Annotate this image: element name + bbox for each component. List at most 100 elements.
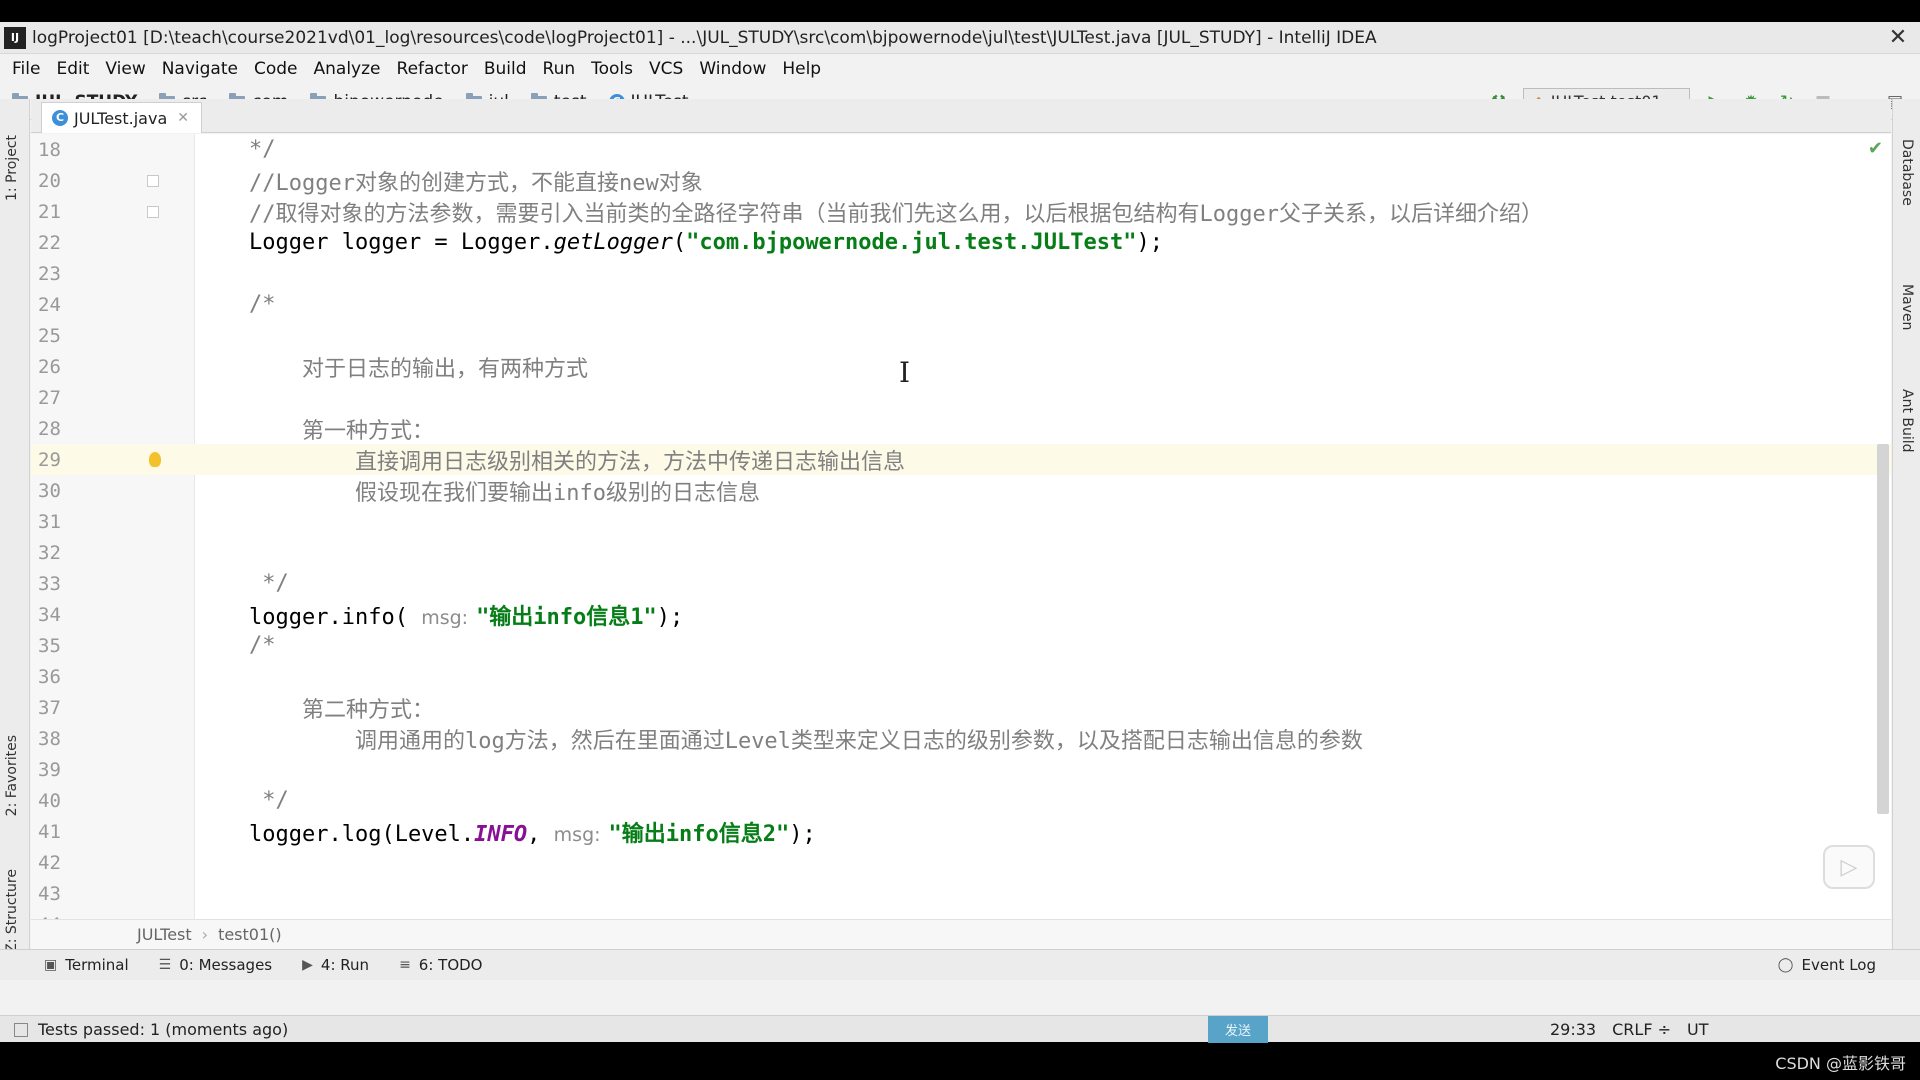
line-number[interactable]: 29 <box>38 449 78 471</box>
tab-project[interactable]: 1: Project <box>4 135 20 201</box>
code-line[interactable]: 31 <box>31 506 1891 537</box>
file-encoding[interactable]: UT <box>1687 1020 1708 1039</box>
line-number[interactable]: 21 <box>38 201 78 223</box>
menu-window[interactable]: Window <box>691 59 774 79</box>
code-line[interactable]: 20 //Logger对象的创建方式，不能直接new对象 <box>31 165 1891 196</box>
code-text: 假设现在我们要输出info级别的日志信息 <box>249 475 760 507</box>
toolwin-run[interactable]: ▶ 4: Run <box>302 956 369 974</box>
line-number[interactable]: 20 <box>38 170 78 192</box>
code-comment: */ <box>249 571 289 596</box>
code-comment: 对于日志的输出，有两种方式 <box>249 356 588 382</box>
menu-vcs[interactable]: VCS <box>641 59 691 79</box>
code-line[interactable]: 40 */ <box>31 785 1891 816</box>
line-number[interactable]: 26 <box>38 356 78 378</box>
line-number[interactable]: 27 <box>38 387 78 409</box>
line-number[interactable]: 18 <box>38 139 78 161</box>
toolwin-terminal[interactable]: ▣ Terminal <box>44 956 129 974</box>
menu-help[interactable]: Help <box>774 59 829 79</box>
code-line[interactable]: 32 <box>31 537 1891 568</box>
tab-favorites[interactable]: 2: Favorites <box>4 735 20 816</box>
line-number[interactable]: 33 <box>38 573 78 595</box>
status-toggle-icon[interactable] <box>14 1022 28 1037</box>
line-number[interactable]: 34 <box>38 604 78 626</box>
code-line[interactable]: 21 //取得对象的方法参数，需要引入当前类的全路径字符串（当前我们先这么用，以后… <box>31 196 1891 227</box>
menu-navigate[interactable]: Navigate <box>154 59 246 79</box>
toolwin-event-log[interactable]: ◯ Event Log <box>1778 956 1876 974</box>
code-line[interactable]: 22 Logger logger = Logger.getLogger("com.… <box>31 227 1891 258</box>
code-line[interactable]: 29 直接调用日志级别相关的方法，方法中传递日志输出信息 <box>31 444 1891 475</box>
code-text: logger.info( msg: "输出info信息1"); <box>249 599 683 631</box>
window-close-button[interactable]: ✕ <box>1876 25 1920 50</box>
line-number[interactable]: 37 <box>38 697 78 719</box>
line-number[interactable]: 31 <box>38 511 78 533</box>
code-line[interactable]: 23 <box>31 258 1891 289</box>
menu-refactor[interactable]: Refactor <box>389 59 476 79</box>
code-line[interactable]: 30 假设现在我们要输出info级别的日志信息 <box>31 475 1891 506</box>
menu-build[interactable]: Build <box>476 59 535 79</box>
tab-maven[interactable]: Maven <box>1899 284 1915 330</box>
caret-position[interactable]: 29:33 <box>1550 1020 1596 1039</box>
line-number[interactable]: 35 <box>38 635 78 657</box>
toolwin-messages[interactable]: ☰ 0: Messages <box>159 956 273 974</box>
line-number[interactable]: 42 <box>38 852 78 874</box>
line-number[interactable]: 41 <box>38 821 78 843</box>
code-line[interactable]: 28 第一种方式： <box>31 413 1891 444</box>
line-number[interactable]: 24 <box>38 294 78 316</box>
editor-tab-jultest[interactable]: C JULTest.java ✕ <box>41 102 202 133</box>
code-line[interactable]: 44 <box>31 909 1891 920</box>
code-token: logger.info( <box>249 604 422 630</box>
tab-ant-build[interactable]: Ant Build <box>1899 389 1915 453</box>
code-line[interactable]: 41 logger.log(Level.INFO, msg: "输出info信息2"… <box>31 816 1891 847</box>
line-number[interactable]: 25 <box>38 325 78 347</box>
lightbulb-icon[interactable] <box>149 452 161 467</box>
fold-marker-icon[interactable] <box>147 205 159 218</box>
toolwin-todo[interactable]: ≡ 6: TODO <box>399 956 482 974</box>
line-separator[interactable]: CRLF ÷ <box>1612 1020 1671 1039</box>
overlay-send-button[interactable]: 发送 <box>1208 1016 1268 1043</box>
line-number[interactable]: 36 <box>38 666 78 688</box>
menu-code[interactable]: Code <box>246 59 306 79</box>
code-line[interactable]: 43 <box>31 878 1891 909</box>
code-line[interactable]: 38 调用通用的log方法，然后在里面通过Level类型来定义日志的级别参数，以… <box>31 723 1891 754</box>
code-line[interactable]: 27 <box>31 382 1891 413</box>
code-line[interactable]: 36 <box>31 661 1891 692</box>
fold-marker-icon[interactable] <box>147 174 159 187</box>
code-line[interactable]: 33 */ <box>31 568 1891 599</box>
line-number[interactable]: 23 <box>38 263 78 285</box>
line-number[interactable]: 43 <box>38 883 78 905</box>
code-line[interactable]: 26 对于日志的输出，有两种方式 <box>31 351 1891 382</box>
video-bottom-border <box>0 1058 1920 1080</box>
tab-structure[interactable]: Z: Structure <box>4 869 20 953</box>
close-icon[interactable]: ✕ <box>177 110 189 126</box>
breadcrumb-class[interactable]: JULTest <box>137 925 192 944</box>
menu-run[interactable]: Run <box>535 59 584 79</box>
code-line[interactable]: 39 <box>31 754 1891 785</box>
breadcrumb-method[interactable]: test01() <box>218 925 282 944</box>
menu-edit[interactable]: Edit <box>48 59 97 79</box>
menu-tools[interactable]: Tools <box>583 59 641 79</box>
video-play-icon[interactable]: ▷ <box>1823 845 1875 889</box>
editor-scrollbar[interactable] <box>1877 444 1889 814</box>
line-number[interactable]: 39 <box>38 759 78 781</box>
line-number[interactable]: 28 <box>38 418 78 440</box>
code-line[interactable]: 37 第二种方式： <box>31 692 1891 723</box>
line-number[interactable]: 22 <box>38 232 78 254</box>
code-line[interactable]: 25 <box>31 320 1891 351</box>
tab-database[interactable]: Database <box>1899 139 1915 206</box>
menu-analyze[interactable]: Analyze <box>306 59 389 79</box>
event-log-icon: ◯ <box>1777 957 1794 973</box>
code-line[interactable]: 42 <box>31 847 1891 878</box>
line-number[interactable]: 32 <box>38 542 78 564</box>
terminal-icon: ▣ <box>44 957 58 973</box>
menu-view[interactable]: View <box>97 59 153 79</box>
line-number[interactable]: 40 <box>38 790 78 812</box>
code-line[interactable]: 34 logger.info( msg: "输出info信息1"); <box>31 599 1891 630</box>
code-editor[interactable]: 18 */ 20 //Logger对象的创建方式，不能直接new对象 21 //取得对象的… <box>31 134 1891 919</box>
code-comment: /* <box>249 633 276 658</box>
line-number[interactable]: 38 <box>38 728 78 750</box>
code-line[interactable]: 18 */ <box>31 134 1891 165</box>
code-line[interactable]: 35 /* <box>31 630 1891 661</box>
code-line[interactable]: 24 /* <box>31 289 1891 320</box>
menu-file[interactable]: File <box>4 59 48 79</box>
line-number[interactable]: 30 <box>38 480 78 502</box>
